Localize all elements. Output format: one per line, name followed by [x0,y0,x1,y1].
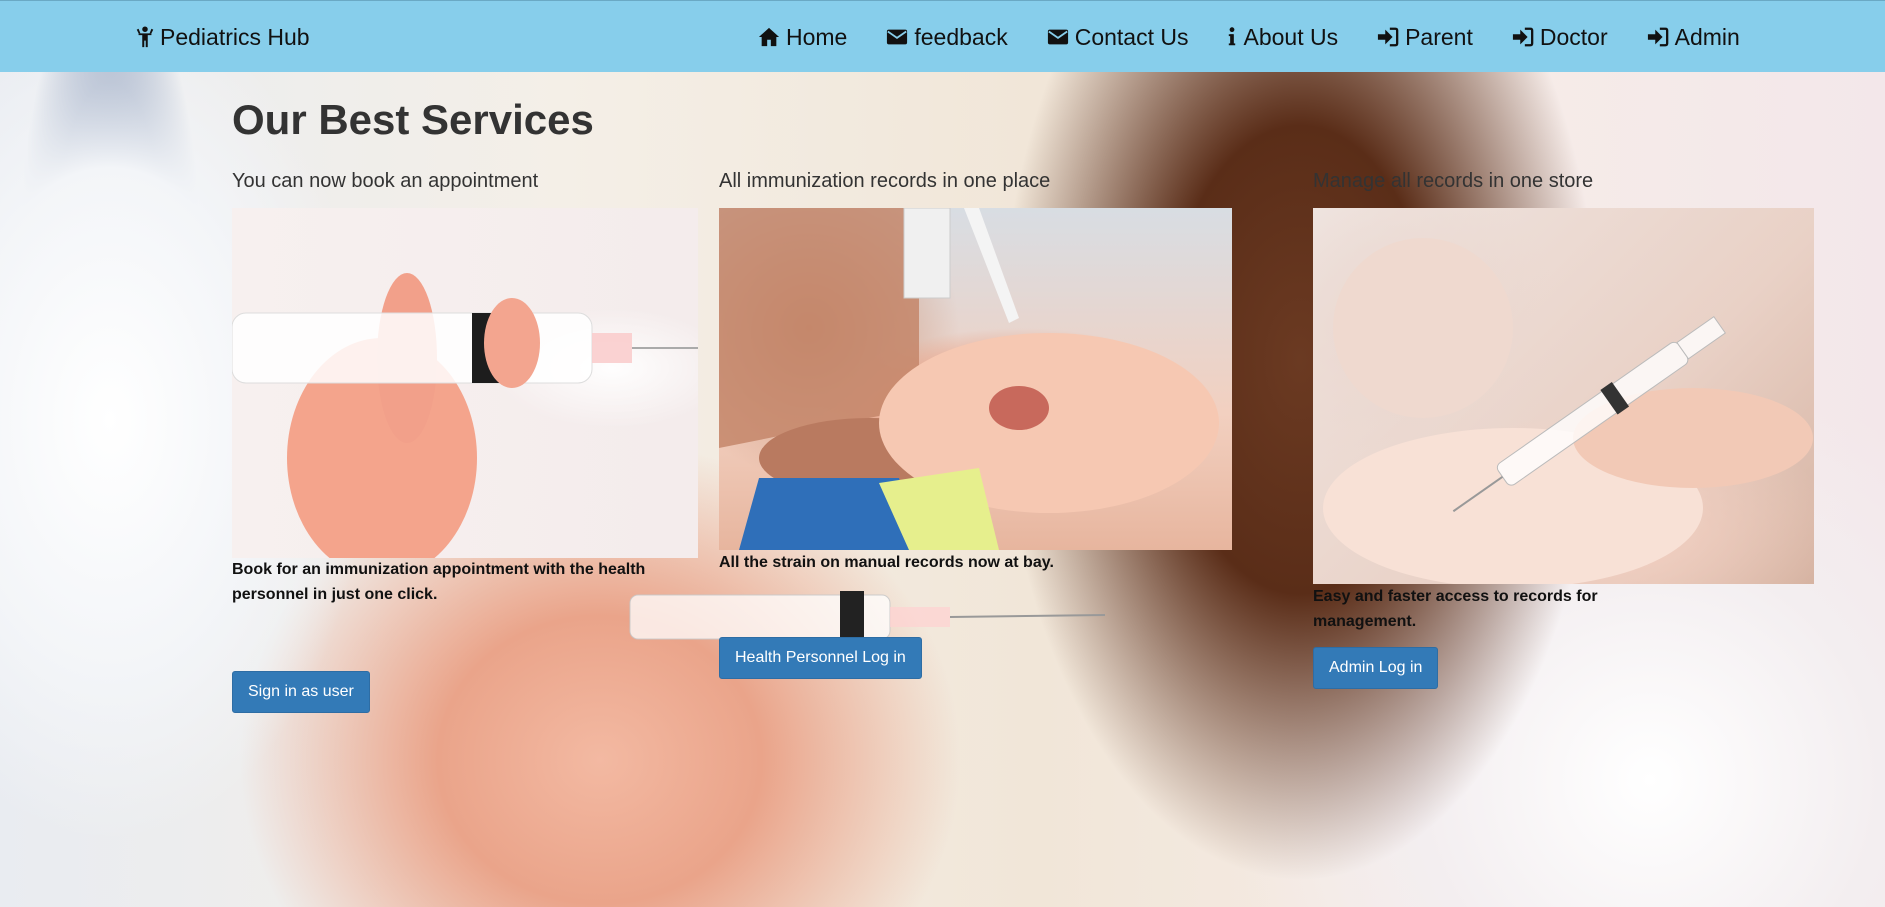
injection-photo [1313,208,1814,584]
brand-name: Pediatrics Hub [160,23,310,50]
injection-illustration [1323,238,1813,584]
service-title: All immunization records in one place [719,170,1051,192]
admin-login-button[interactable]: Admin Log in [1313,647,1439,689]
syringe-photo [232,208,698,558]
nav-about-us-label: About Us [1243,23,1339,50]
top-navbar: Pediatrics Hub Home feedback Contact Us … [0,0,1885,72]
sign-in-icon [1377,26,1399,48]
service-description: All the strain on manual records now at … [719,554,1054,571]
service-title: Manage all records in one store [1313,170,1594,192]
info-icon [1227,26,1237,48]
sign-in-as-user-button[interactable]: Sign in as user [232,671,370,713]
nav-home[interactable]: Home [758,24,847,51]
nav-parent[interactable]: Parent [1377,24,1473,51]
nav-admin-label: Admin [1674,23,1740,50]
nav-admin[interactable]: Admin [1647,24,1740,51]
syringe-illustration [232,273,698,558]
nav-feedback-label: feedback [914,23,1008,50]
page-title: Our Best Services [232,96,594,143]
sign-in-icon [1647,26,1669,48]
envelope-icon [886,26,908,48]
service-description: Easy and faster access to records for ma… [1313,588,1598,630]
nav-contact-us[interactable]: Contact Us [1047,23,1189,51]
nav-about-us[interactable]: About Us [1227,24,1338,51]
nav-doctor-label: Doctor [1539,23,1608,50]
oral-vaccine-photo [719,208,1232,550]
oral-vaccine-illustration [719,208,1219,550]
service-card-manage: Manage all records in one store Easy and… [1313,170,1818,700]
brand-link[interactable]: Pediatrics Hub [134,1,310,73]
envelope-icon [1047,26,1069,48]
service-title: You can now book an appointment [232,170,539,192]
service-description: Book for an immunization appointment wit… [232,561,646,603]
sign-in-icon [1512,26,1534,48]
service-card-appointment: You can now book an appointment Book for… [232,170,702,730]
nav-home-label: Home [786,23,848,50]
nav-parent-label: Parent [1405,23,1473,50]
service-card-records: All immunization records in one place Al… [719,170,1234,690]
health-personnel-login-button[interactable]: Health Personnel Log in [719,637,922,679]
nav-feedback[interactable]: feedback [886,23,1008,51]
nav-contact-us-label: Contact Us [1074,23,1189,50]
nav-links: Home feedback Contact Us About Us Parent [758,1,1740,73]
home-icon [758,26,780,48]
child-icon [134,26,156,48]
nav-doctor[interactable]: Doctor [1512,24,1608,51]
